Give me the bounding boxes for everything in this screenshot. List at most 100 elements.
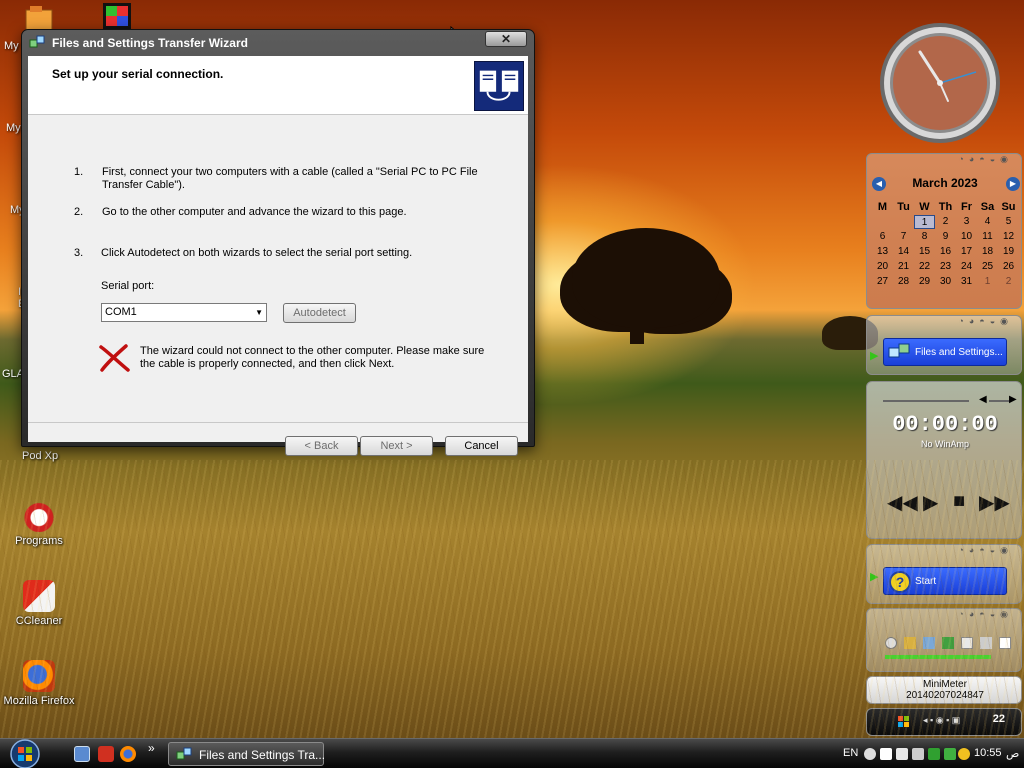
calendar-day[interactable]: 5: [998, 215, 1019, 229]
calendar-day[interactable]: 19: [998, 245, 1019, 259]
transfer-wizard-icon: [29, 35, 45, 48]
cancel-button[interactable]: Cancel: [445, 436, 518, 456]
gadget-toolbar[interactable]: ◔◕◓◒◉: [867, 154, 1021, 168]
taskbar-item-transfer-wizard[interactable]: Files and Settings Tra...: [168, 742, 325, 766]
calendar-day[interactable]: 25: [977, 260, 998, 274]
calendar-day[interactable]: 10: [956, 230, 977, 244]
start-shortcut-button[interactable]: ? Start: [883, 567, 1007, 595]
calendar-day[interactable]: 18: [977, 245, 998, 259]
minus-icon[interactable]: [864, 748, 876, 760]
balance-slider[interactable]: [989, 400, 1009, 402]
play-icon[interactable]: ▶: [923, 490, 938, 515]
window-titlebar[interactable]: Files and Settings Transfer Wizard ✕: [22, 30, 534, 56]
network-icon[interactable]: [961, 637, 974, 649]
help-icon: ?: [889, 571, 911, 593]
analog-clock-gadget[interactable]: [870, 20, 1010, 146]
calendar-day[interactable]: 28: [893, 275, 914, 289]
desktop-label-pod-xp[interactable]: Pod Xp: [22, 450, 58, 462]
expand-arrow-icon[interactable]: ▶: [870, 570, 880, 583]
calendar-day[interactable]: 27: [872, 275, 893, 289]
calendar-empty-cell: [872, 215, 893, 229]
tray-gadget-icons[interactable]: ◂ ▪ ◉ ▪ ▣: [923, 715, 960, 726]
calendar-day[interactable]: 7: [893, 230, 914, 244]
calendar-day[interactable]: 23: [935, 260, 956, 274]
connection-error-message: The wizard could not connect to the othe…: [140, 345, 485, 370]
gadget-toolbar[interactable]: ◔◕◓◒◉: [867, 316, 1021, 330]
desktop-icon-firefox[interactable]: Mozilla Firefox: [1, 660, 77, 707]
desktop-icon-programs[interactable]: Programs: [1, 500, 77, 547]
desktop-icon-top-second[interactable]: [102, 2, 132, 30]
calendar-day[interactable]: 29: [914, 275, 935, 289]
shield-icon[interactable]: [942, 637, 955, 649]
next-track-icon[interactable]: ▶▶: [979, 490, 1010, 515]
transfer-shortcut-button[interactable]: Files and Settings...: [883, 338, 1007, 366]
calendar-day[interactable]: 2: [998, 275, 1019, 289]
stop-icon[interactable]: ■: [953, 490, 965, 513]
close-button[interactable]: ✕: [485, 31, 527, 47]
expand-arrow-icon[interactable]: ▶: [870, 349, 880, 362]
language-indicator[interactable]: EN: [843, 747, 858, 759]
start-button[interactable]: [5, 739, 45, 768]
calendar-day[interactable]: 30: [935, 275, 956, 289]
calendar-weekday: Th: [938, 201, 953, 213]
calendar-day[interactable]: 20: [872, 260, 893, 274]
calendar-next-button[interactable]: ▶: [1006, 177, 1020, 191]
quick-launch-overflow[interactable]: »: [148, 741, 155, 755]
monitor-icon[interactable]: [880, 748, 892, 760]
calendar-day[interactable]: 1: [977, 275, 998, 289]
desktop-icon-top-left[interactable]: [24, 4, 54, 32]
tools-icon[interactable]: [904, 637, 917, 649]
calendar-day[interactable]: 17: [956, 245, 977, 259]
calendar-day[interactable]: 11: [977, 230, 998, 244]
calendar-weekday: Fr: [961, 201, 972, 213]
calendar-day[interactable]: 14: [893, 245, 914, 259]
network-icon[interactable]: [896, 748, 908, 760]
calendar-empty-cell: [893, 215, 914, 229]
calendar-day[interactable]: 1: [914, 215, 935, 229]
calendar-grid: M Tu W Th Fr Sa Su 1 2 3 4 5 6 7 8 9 10 11 12 13 14 15 16 17 18 1…: [872, 200, 1020, 289]
calendar-day[interactable]: 26: [998, 260, 1019, 274]
calendar-day[interactable]: 9: [935, 230, 956, 244]
calendar-day[interactable]: 12: [998, 230, 1019, 244]
desktop-label-my-2[interactable]: My: [6, 122, 21, 134]
volume-slider[interactable]: [883, 400, 969, 402]
calendar-day[interactable]: 4: [977, 215, 998, 229]
calendar-day[interactable]: 16: [935, 245, 956, 259]
calendar-day[interactable]: 15: [914, 245, 935, 259]
check-icon[interactable]: [928, 748, 940, 760]
next-button[interactable]: Next >: [360, 436, 433, 456]
clock-time[interactable]: 10:55: [974, 747, 1002, 759]
calendar-day[interactable]: 2: [935, 215, 956, 229]
serial-port-select[interactable]: COM1 ▼: [101, 303, 267, 322]
previous-track-icon[interactable]: ◀◀: [887, 490, 918, 515]
media-icon[interactable]: [98, 746, 114, 762]
calendar-day[interactable]: 22: [914, 260, 935, 274]
document-icon[interactable]: [999, 637, 1012, 649]
speaker-icon[interactable]: [980, 637, 993, 649]
calendar-day[interactable]: 8: [914, 230, 935, 244]
show-desktop-icon[interactable]: [74, 746, 90, 762]
calendar-day[interactable]: 13: [872, 245, 893, 259]
calendar-day[interactable]: 24: [956, 260, 977, 274]
calendar-day[interactable]: 3: [956, 215, 977, 229]
autodetect-button[interactable]: Autodetect: [283, 303, 356, 323]
shield-icon[interactable]: [944, 748, 956, 760]
desktop-icon-ccleaner[interactable]: CCleaner: [1, 580, 77, 627]
desktop: My I My My I E GLA Pod Xp Programs CClea…: [0, 0, 1024, 738]
sun-icon[interactable]: [958, 748, 970, 760]
calendar-day[interactable]: 31: [956, 275, 977, 289]
calendar-day[interactable]: 21: [893, 260, 914, 274]
system-tray-gadget: ◂ ▪ ◉ ▪ ▣ 22: [866, 708, 1022, 736]
firefox-icon[interactable]: [120, 746, 136, 762]
window-title: Files and Settings Transfer Wizard: [52, 36, 248, 50]
gadget-toolbar[interactable]: ◔◕◓◒◉: [867, 609, 1021, 623]
wizard-client-area: Set up your serial connection. 1. First,…: [28, 56, 528, 456]
wallpaper-tree-trunk: [630, 300, 644, 344]
back-button[interactable]: < Back: [285, 436, 358, 456]
minus-icon[interactable]: [885, 637, 897, 649]
calendar-day[interactable]: 6: [872, 230, 893, 244]
volume-icon[interactable]: [912, 748, 924, 760]
computer-icon[interactable]: [923, 637, 936, 649]
wizard-header-title: Set up your serial connection.: [52, 67, 224, 81]
gadget-toolbar[interactable]: ◔◕◓◒◉: [867, 545, 1021, 559]
